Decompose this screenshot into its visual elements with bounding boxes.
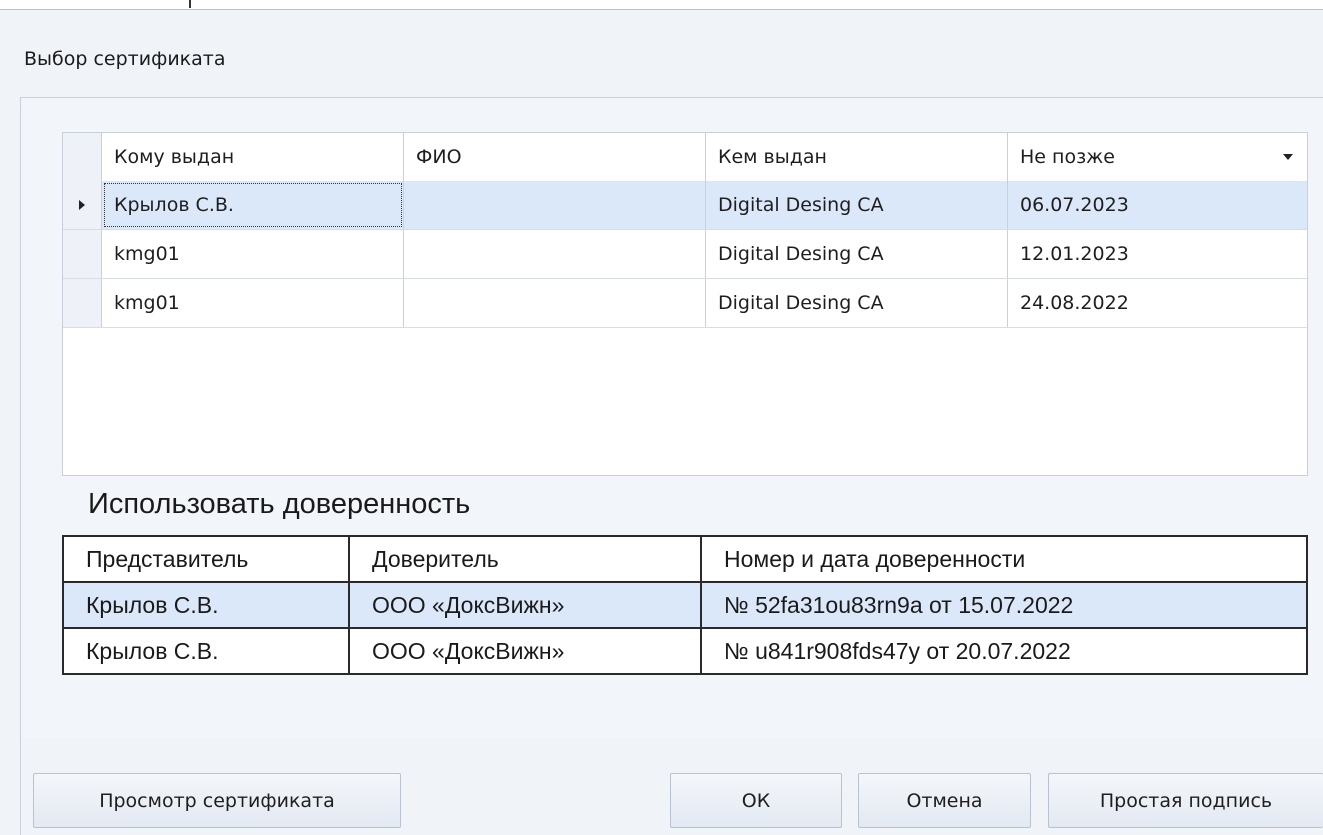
column-header-representative: Представитель — [62, 535, 350, 583]
certificate-grid-header: Кому выдан ФИО Кем выдан Не позже — [63, 133, 1307, 182]
cell-not-after[interactable]: 24.08.2022 — [1008, 279, 1307, 327]
cell-issued-by[interactable]: Digital Desing CA — [706, 230, 1008, 278]
cell-attorney-number[interactable]: № u841r908fds47y от 20.07.2022 — [700, 627, 1308, 675]
cell-not-after[interactable]: 06.07.2023 — [1008, 181, 1307, 229]
window-top-edge — [0, 0, 1323, 10]
cell-principal[interactable]: ООО «ДоксВижн» — [348, 581, 702, 629]
attorney-table[interactable]: Представитель Доверитель Номер и дата до… — [62, 535, 1308, 675]
column-header-not-after[interactable]: Не позже — [1008, 133, 1307, 181]
cancel-button[interactable]: Отмена — [858, 773, 1031, 828]
table-row[interactable]: Крылов С.В. ООО «ДоксВижн» № 52fa31ou83r… — [62, 581, 1308, 629]
current-row-arrow-icon — [79, 200, 85, 210]
view-certificate-button[interactable]: Просмотр сертификата — [33, 773, 401, 828]
column-header-not-after-label: Не позже — [1020, 146, 1115, 168]
table-row[interactable]: kmg01 Digital Desing CA 24.08.2022 — [63, 279, 1307, 328]
certificate-grid[interactable]: Кому выдан ФИО Кем выдан Не позже Крылов… — [62, 132, 1308, 476]
dialog-title: Выбор сертификата — [24, 48, 226, 70]
attorney-table-header: Представитель Доверитель Номер и дата до… — [62, 535, 1308, 583]
edge-line — [0, 9, 1323, 10]
cell-not-after[interactable]: 12.01.2023 — [1008, 230, 1307, 278]
table-row[interactable]: kmg01 Digital Desing CA 12.01.2023 — [63, 230, 1307, 279]
cell-issued-to[interactable]: kmg01 — [102, 230, 404, 278]
column-header-issued-to[interactable]: Кому выдан — [102, 133, 404, 181]
cell-representative[interactable]: Крылов С.В. — [62, 627, 350, 675]
simple-signature-button[interactable]: Простая подпись — [1048, 773, 1323, 828]
column-header-issued-by[interactable]: Кем выдан — [706, 133, 1008, 181]
attorney-section-title: Использовать доверенность — [88, 488, 471, 520]
cell-fio[interactable] — [404, 230, 706, 278]
edge-tick — [189, 0, 191, 8]
cell-representative[interactable]: Крылов С.В. — [62, 581, 350, 629]
cell-issued-by[interactable]: Digital Desing CA — [706, 181, 1008, 229]
certificate-dialog: Выбор сертификата Кому выдан ФИО Кем выд… — [0, 0, 1323, 835]
column-header-principal: Доверитель — [348, 535, 702, 583]
row-indicator — [63, 181, 102, 229]
table-row[interactable]: Крылов С.В. Digital Desing CA 06.07.2023 — [63, 181, 1307, 230]
row-indicator — [63, 279, 102, 327]
column-header-fio[interactable]: ФИО — [404, 133, 706, 181]
ok-button[interactable]: ОК — [670, 773, 842, 828]
table-row[interactable]: Крылов С.В. ООО «ДоксВижн» № u841r908fds… — [62, 627, 1308, 675]
cell-fio[interactable] — [404, 279, 706, 327]
cell-issued-to[interactable]: kmg01 — [102, 279, 404, 327]
cell-attorney-number[interactable]: № 52fa31ou83rn9a от 15.07.2022 — [700, 581, 1308, 629]
cell-issued-to[interactable]: Крылов С.В. — [102, 181, 404, 229]
cell-principal[interactable]: ООО «ДоксВижн» — [348, 627, 702, 675]
sort-down-icon[interactable] — [1283, 154, 1293, 160]
header-indicator-cell — [63, 133, 102, 181]
cell-fio[interactable] — [404, 181, 706, 229]
row-indicator — [63, 230, 102, 278]
cell-issued-by[interactable]: Digital Desing CA — [706, 279, 1008, 327]
column-header-attorney-number: Номер и дата доверенности — [700, 535, 1308, 583]
